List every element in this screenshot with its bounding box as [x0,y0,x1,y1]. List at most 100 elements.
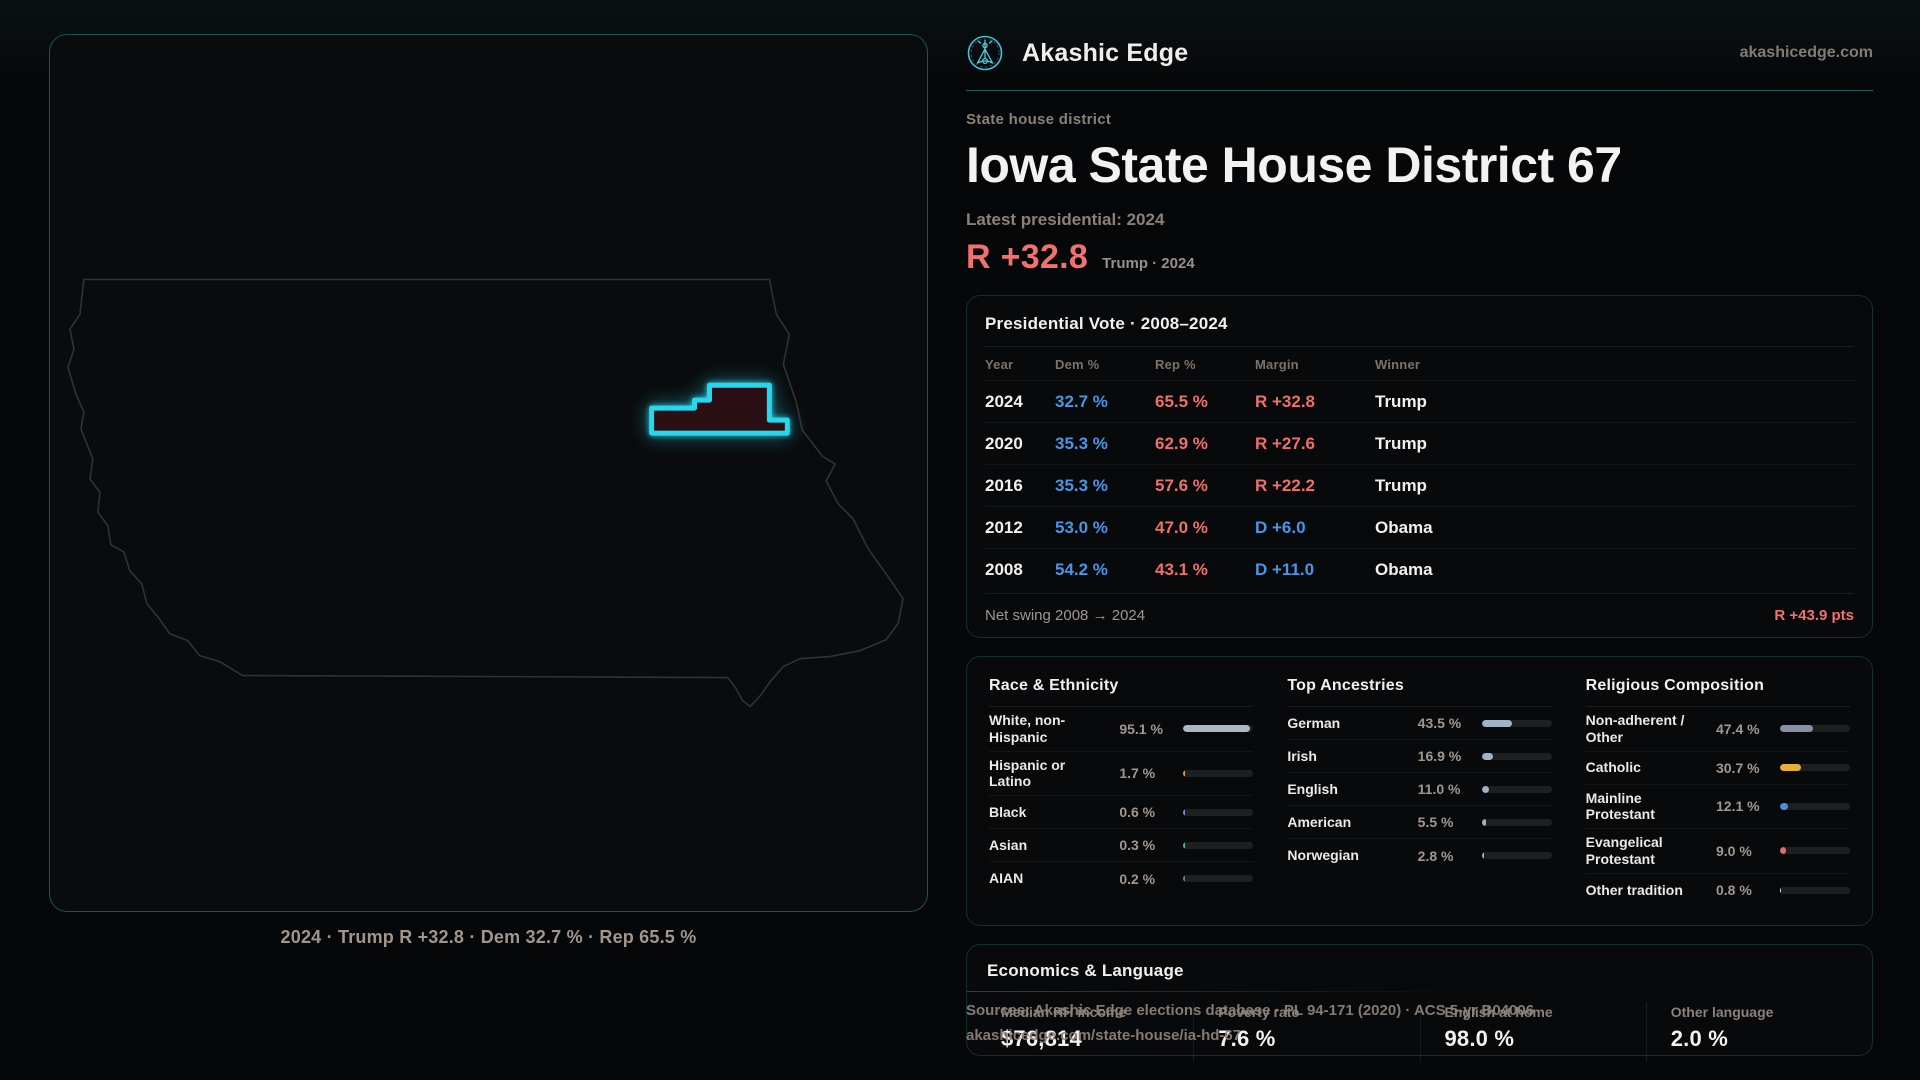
demo-label: Irish [1287,747,1317,764]
iowa-map [67,278,904,708]
stat-label: English at home [1444,1003,1553,1020]
page-title: Iowa State House District 67 [966,137,1622,193]
cell-winner: Obama [1375,560,1433,579]
bar-track [1780,886,1850,894]
table-row: 2012 53.0 % 47.0 % D +6.0 Obama [985,507,1854,549]
religious-composition-section: Religious Composition Non-adherent / Oth… [1585,677,1850,907]
demo-value: 95.1 % [1119,720,1163,737]
demo-row: Other tradition 0.8 % [1586,874,1850,907]
demographics-card: Race & Ethnicity White, non-Hispanic 95.1… [966,656,1873,926]
stat-item: English at home 98.0 % [1419,1001,1646,1062]
bar-fill [1183,769,1185,777]
headline-margin-value: R +32.8 [966,238,1089,276]
demo-value: 11.0 % [1417,781,1461,797]
map-caption: 2024 · Trump R +32.8 · Dem 32.7 % · Rep … [280,927,697,947]
religious-composition-title: Religious Composition [1585,677,1850,707]
bar-track [1780,764,1850,772]
demo-row: Evangelical Protestant 9.0 % [1585,829,1850,874]
bar-fill [1183,875,1185,883]
cell-margin: R +27.6 [1255,433,1316,453]
headline-margin: R +32.8 Trump · 2024 [966,238,1873,277]
demo-row: American 5.5 % [1287,806,1552,839]
demo-value: 0.6 % [1119,804,1156,821]
col-rep: Rep % [1155,357,1196,372]
table-row: 2016 35.3 % 57.6 % R +22.2 Trump [985,465,1854,507]
cell-margin: D +11.0 [1255,560,1315,579]
demo-label: White, non-Hispanic [989,712,1066,745]
cell-rep-pct: 62.9 % [1155,433,1208,453]
demo-value: 0.3 % [1119,837,1156,854]
presidential-card-title: Presidential Vote · 2008–2024 [985,312,1854,347]
headline-margin-context: Trump · 2024 [1102,255,1195,272]
bar-track [1481,852,1552,859]
cell-winner: Trump [1375,475,1427,495]
table-row: 2008 54.2 % 43.1 % D +11.0 Obama [985,549,1854,591]
demo-value: 2.8 % [1417,847,1454,864]
demo-row: English 11.0 % [1287,773,1552,806]
bar-fill [1183,725,1250,733]
cell-margin: R +32.8 [1255,391,1316,411]
stat-value: 7.6 % [1218,1025,1276,1051]
cell-dem-pct: 32.7 % [1055,391,1108,411]
header-divider [966,90,1873,91]
presidential-vote-card: Presidential Vote · 2008–2024 Year Dem %… [966,295,1873,638]
demo-value: 12.1 % [1716,798,1760,815]
cell-margin: R +22.2 [1255,475,1316,495]
table-row: 2024 32.7 % 65.5 % R +32.8 Trump [985,381,1854,423]
col-dem: Dem % [1055,357,1100,372]
demo-label: Other tradition [1585,881,1683,898]
bar-track [1780,802,1850,810]
top-ancestries-title: Top Ancestries [1287,677,1552,707]
demo-row: Catholic 30.7 % [1585,752,1850,785]
bar-track [1780,725,1850,733]
stat-item: Poverty rate 7.6 % [1193,1001,1419,1062]
net-swing-label: Net swing 2008 → 2024 [985,607,1146,624]
col-year: Year [985,357,1014,372]
demo-value: 43.5 % [1417,715,1462,731]
table-row: 2020 35.3 % 62.9 % R +27.6 Trump [985,423,1854,465]
cell-dem-pct: 35.3 % [1055,433,1108,453]
cell-winner: Trump [1375,433,1427,453]
cell-year: 2016 [985,475,1023,495]
bar-fill [1780,725,1814,733]
bar-track [1780,847,1850,855]
cell-winner: Trump [1375,391,1427,411]
demo-value: 1.7 % [1119,765,1156,782]
highlighted-district-shape[interactable] [649,382,790,436]
bar-track [1183,808,1254,816]
demo-label: Mainline Protestant [1585,789,1655,823]
table-header-row: Year Dem % Rep % Margin Winner [985,347,1854,381]
demo-row: Black 0.6 % [989,796,1254,830]
bar-fill [1183,841,1185,849]
site-domain-link[interactable]: akashicedge.com [1740,44,1873,62]
demo-label: Hispanic or Latino [989,756,1066,790]
stat-item: Other language 2.0 % [1645,1001,1872,1062]
cell-year: 2020 [985,433,1023,453]
cell-year: 2024 [985,391,1023,411]
demo-label: Non-adherent / Other [1585,712,1685,745]
bar-fill [1780,802,1789,810]
demo-value: 16.9 % [1417,748,1462,764]
cell-rep-pct: 43.1 % [1155,560,1208,579]
stat-label: Median HH income [1001,1003,1127,1020]
district-map-panel [49,34,928,912]
net-swing-value: R +43.9 pts [1774,607,1854,624]
demo-value: 9.0 % [1716,842,1752,859]
demo-row: Mainline Protestant 12.1 % [1585,785,1850,830]
demo-label: AIAN [989,870,1024,887]
bar-track [1481,719,1552,727]
stat-value: 98.0 % [1444,1025,1515,1051]
stat-label: Other language [1670,1003,1774,1020]
demo-label: German [1287,714,1341,731]
demo-row: Non-adherent / Other 47.4 % [1585,707,1850,752]
stat-value: 2.0 % [1670,1025,1729,1051]
cell-dem-pct: 53.0 % [1055,517,1108,537]
akashic-edge-logo-icon [967,35,1003,71]
detail-column: Akashic Edge akashicedge.com State house… [966,30,1873,1062]
demo-label: Black [989,803,1027,820]
demo-value: 0.2 % [1119,870,1156,887]
bar-fill [1481,852,1484,859]
bar-track [1183,841,1254,849]
bar-fill [1481,785,1490,793]
cell-winner: Obama [1375,517,1433,537]
